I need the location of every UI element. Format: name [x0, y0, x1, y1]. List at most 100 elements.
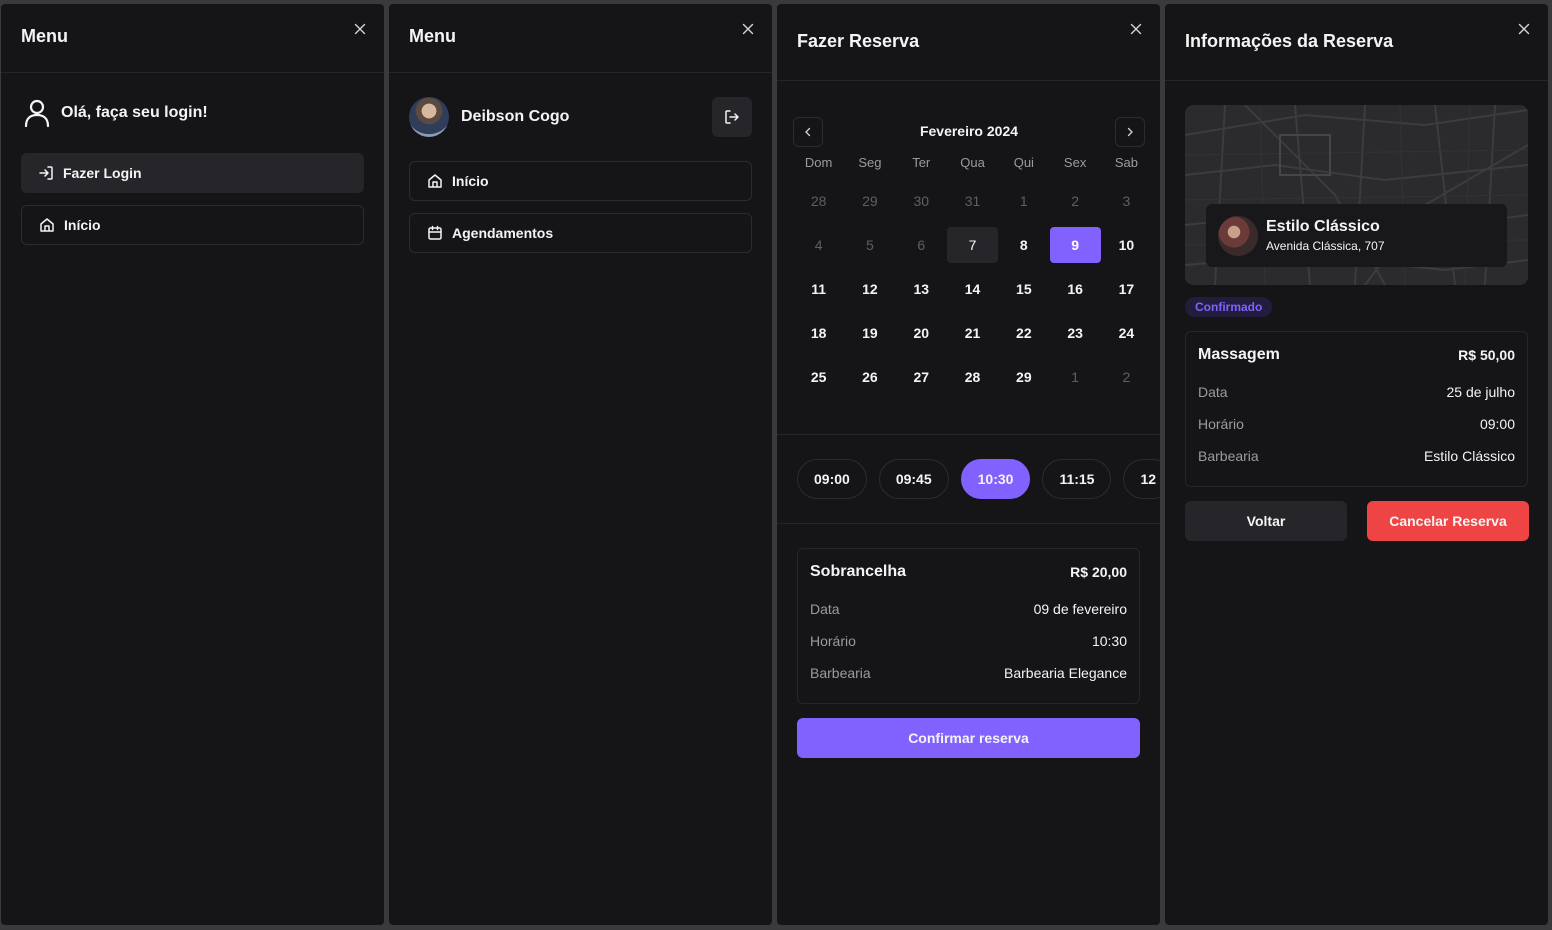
calendar-day[interactable]: 27 [896, 355, 947, 399]
service-price: R$ 50,00 [1458, 347, 1515, 363]
next-month-button[interactable] [1115, 117, 1145, 147]
home-icon [428, 174, 442, 188]
weekday-label: Seg [858, 155, 882, 170]
calendar-day-label: 8 [1019, 237, 1028, 253]
calendar-day[interactable]: 5 [844, 223, 895, 267]
calendar-day-label: 18 [810, 325, 827, 341]
calendar-day[interactable]: 8 [998, 223, 1049, 267]
calendar-day[interactable]: 10 [1101, 223, 1152, 267]
login-button-label: Fazer Login [63, 165, 142, 181]
avatar [409, 97, 449, 137]
calendar-day-label: 20 [913, 325, 930, 341]
calendar-day[interactable]: 22 [998, 311, 1049, 355]
chevron-left-icon [805, 127, 811, 137]
calendar-day-label: 26 [862, 369, 878, 385]
calendar-day-label: 23 [1067, 325, 1083, 341]
calendar-day[interactable]: 12 [844, 267, 895, 311]
bookings-button-label: Agendamentos [452, 225, 554, 241]
calendar-day[interactable]: 6 [896, 223, 947, 267]
calendar-weekdays: Dom Seg Ter Qua Qui Sex Sab [793, 151, 1145, 175]
close-icon[interactable] [1128, 21, 1144, 37]
calendar-day[interactable]: 14 [947, 267, 998, 311]
calendar-day[interactable]: 1 [1049, 355, 1100, 399]
bookings-button[interactable]: Agendamentos [409, 213, 752, 253]
calendar-day[interactable]: 18 [793, 311, 844, 355]
booking-info-header: Informações da Reserva [1165, 4, 1548, 81]
close-icon[interactable] [740, 21, 756, 37]
calendar-month: Fevereiro 2024 [919, 123, 1019, 139]
time-slot[interactable]: 12 [1123, 459, 1160, 499]
time-slot[interactable]: 11:15 [1042, 459, 1112, 499]
chevron-right-icon [1127, 127, 1133, 137]
calendar-day-label: 14 [964, 281, 981, 297]
cancel-booking-button[interactable]: Cancelar Reserva [1367, 501, 1529, 541]
logout-button[interactable] [712, 97, 752, 137]
calendar-day[interactable]: 19 [844, 311, 895, 355]
calendar-day[interactable]: 28 [947, 355, 998, 399]
calendar-day[interactable]: 4 [793, 223, 844, 267]
booking-summary: Massagem R$ 50,00 Data 25 de julho Horári… [1185, 331, 1528, 487]
calendar-day-label: 21 [964, 325, 981, 341]
summary-row-barbershop: Barbearia Estilo Clássico [1198, 448, 1515, 464]
time-slot[interactable]: 09:45 [878, 459, 949, 499]
calendar-day[interactable]: 21 [947, 311, 998, 355]
calendar-day[interactable]: 9 [1049, 223, 1101, 267]
calendar-day[interactable]: 2 [1101, 355, 1152, 399]
calendar-day-label: 2 [1122, 369, 1131, 385]
calendar-day[interactable]: 17 [1101, 267, 1152, 311]
divider [777, 434, 1160, 435]
calendar-day[interactable]: 11 [793, 267, 844, 311]
calendar-day[interactable]: 15 [998, 267, 1049, 311]
calendar-day[interactable]: 3 [1101, 179, 1152, 223]
summary-row-barbershop: Barbearia Barbearia Elegance [810, 665, 1127, 681]
prev-month-button[interactable] [793, 117, 823, 147]
calendar-day[interactable]: 20 [896, 311, 947, 355]
calendar-days: 28 29 30 31 1 2 3 4 5 6 7 8 9 10 11 12 13 14 15 16 17 18 19 20 2… [793, 179, 1145, 399]
close-icon[interactable] [352, 21, 368, 37]
calendar-day-label: 16 [1067, 281, 1083, 297]
log-in-icon [39, 166, 53, 180]
calendar-day-label: 5 [866, 237, 874, 253]
calendar-day-label: 2 [1071, 193, 1080, 209]
confirm-booking-button[interactable]: Confirmar reserva [797, 718, 1140, 758]
booking-summary: Sobrancelha R$ 20,00 Data 09 de fevereiro… [797, 548, 1140, 704]
booking-panel: Fazer Reserva Fevereiro 2024 Dom Seg Ter Qu… [777, 4, 1160, 925]
time-slot[interactable]: 10:30 [960, 459, 1031, 499]
user-info: Deibson Cogo [409, 97, 752, 137]
login-button[interactable]: Fazer Login [21, 153, 364, 193]
calendar-day[interactable]: 29 [998, 355, 1049, 399]
calendar-day-label: 3 [1122, 193, 1131, 209]
weekday-label: Ter [912, 155, 931, 170]
service-price: R$ 20,00 [1070, 564, 1127, 580]
summary-row-time: Horário 09:00 [1198, 416, 1515, 432]
calendar-day[interactable]: 26 [844, 355, 895, 399]
time-slot[interactable]: 09:00 [797, 459, 867, 499]
close-icon[interactable] [1516, 21, 1532, 37]
back-button[interactable]: Voltar [1185, 501, 1347, 541]
calendar-day[interactable]: 13 [896, 267, 947, 311]
calendar-day[interactable]: 2 [1049, 179, 1100, 223]
calendar-day[interactable]: 24 [1101, 311, 1152, 355]
calendar-day[interactable]: 16 [1049, 267, 1100, 311]
menu-panel-user: Menu Deibson Cogo Início Agendamentos [389, 4, 772, 925]
weekday-label: Dom [804, 155, 833, 170]
calendar-day-label: 4 [814, 237, 823, 253]
time-slots: 09:00 09:45 10:30 11:15 12 [797, 459, 1160, 499]
calendar-day[interactable]: 23 [1049, 311, 1100, 355]
calendar-day-label: 27 [913, 369, 930, 385]
calendar-day-label: 10 [1118, 237, 1135, 253]
calendar-day[interactable]: 7 [947, 223, 999, 267]
calendar-day[interactable]: 25 [793, 355, 844, 399]
calendar-icon [428, 225, 442, 240]
summary-row-date: Data 25 de julho [1198, 384, 1515, 400]
home-button[interactable]: Início [21, 205, 364, 245]
calendar-day[interactable]: 1 [998, 179, 1049, 223]
calendar-day[interactable]: 28 [793, 179, 844, 223]
calendar-day[interactable]: 31 [947, 179, 998, 223]
calendar-day[interactable]: 29 [844, 179, 895, 223]
booking-info-title: Informações da Reserva [1185, 31, 1394, 51]
home-button[interactable]: Início [409, 161, 752, 201]
calendar-day[interactable]: 30 [896, 179, 947, 223]
calendar-day-label: 6 [917, 237, 926, 253]
menu-header: Menu [1, 4, 384, 73]
